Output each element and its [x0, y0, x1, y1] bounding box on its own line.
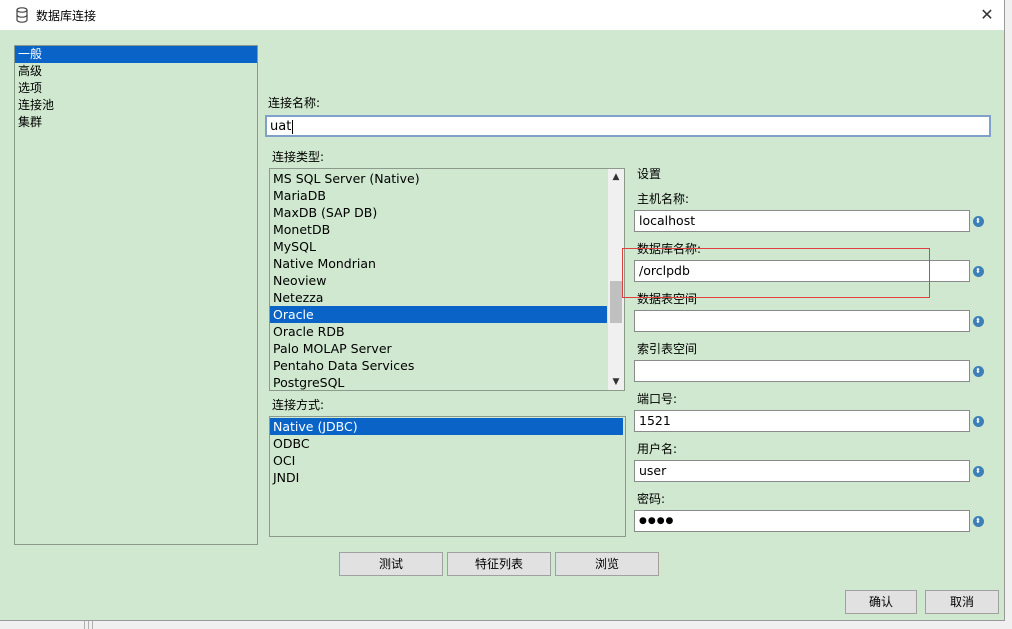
data-tablespace-input[interactable] — [634, 310, 970, 332]
background-line — [84, 620, 85, 629]
password-input[interactable]: ●●●● — [634, 510, 970, 532]
settings-category-tree[interactable]: 一般 高级 选项 连接池 集群 — [14, 45, 258, 545]
connection-name-value: uat — [270, 119, 292, 134]
window-title: 数据库连接 — [36, 9, 97, 23]
scroll-thumb[interactable] — [610, 281, 622, 323]
list-item[interactable]: JNDI — [270, 469, 623, 486]
variable-icon[interactable]: ⬍ — [970, 510, 986, 532]
connection-name-label: 连接名称: — [268, 96, 321, 110]
list-item[interactable]: OCI — [270, 452, 623, 469]
index-tablespace-label: 索引表空间 — [637, 342, 698, 356]
settings-title: 设置 — [637, 167, 662, 181]
list-item[interactable]: Netezza — [270, 289, 607, 306]
cancel-button[interactable]: 取消 — [925, 590, 999, 614]
password-label: 密码: — [637, 492, 666, 506]
list-item[interactable]: Native Mondrian — [270, 255, 607, 272]
list-item[interactable]: ODBC — [270, 435, 623, 452]
list-item[interactable]: Palo MOLAP Server — [270, 340, 607, 357]
scroll-up-icon[interactable]: ▲ — [608, 169, 624, 185]
nav-item-options[interactable]: 选项 — [15, 80, 257, 97]
host-input[interactable]: localhost — [634, 210, 970, 232]
connection-type-list[interactable]: MS SQL Server (Native) MariaDB MaxDB (SA… — [269, 168, 625, 391]
list-item[interactable]: Oracle RDB — [270, 323, 607, 340]
close-button[interactable]: ✕ — [970, 0, 1004, 30]
database-connection-dialog: 数据库连接 ✕ 一般 高级 选项 连接池 集群 连接名称: uat 连接类型: … — [0, 0, 1005, 621]
background-line — [88, 620, 89, 629]
connection-type-scrollbar[interactable]: ▲ ▼ — [608, 169, 624, 390]
title-bar: 数据库连接 ✕ — [0, 0, 1004, 30]
list-item[interactable]: PostgreSQL — [270, 374, 607, 390]
port-input[interactable]: 1521 — [634, 410, 970, 432]
test-button[interactable]: 测试 — [339, 552, 443, 576]
username-input[interactable]: user — [634, 460, 970, 482]
username-label: 用户名: — [637, 442, 678, 456]
list-item-selected[interactable]: Native (JDBC) — [270, 418, 623, 435]
feature-list-button[interactable]: 特征列表 — [447, 552, 551, 576]
list-item[interactable]: MaxDB (SAP DB) — [270, 204, 607, 221]
list-item[interactable]: MariaDB — [270, 187, 607, 204]
database-name-input[interactable]: /orclpdb — [634, 260, 970, 282]
list-item[interactable]: MS SQL Server (Native) — [270, 170, 607, 187]
data-tablespace-label: 数据表空间 — [637, 292, 698, 306]
text-caret — [292, 119, 294, 134]
database-name-label: 数据库名称: — [637, 242, 702, 256]
list-item[interactable]: Pentaho Data Services — [270, 357, 607, 374]
variable-icon[interactable]: ⬍ — [970, 410, 986, 432]
scroll-down-icon[interactable]: ▼ — [608, 374, 624, 390]
variable-icon[interactable]: ⬍ — [970, 360, 986, 382]
nav-item-general[interactable]: 一般 — [15, 46, 257, 63]
ok-button[interactable]: 确认 — [845, 590, 917, 614]
host-label: 主机名称: — [637, 192, 690, 206]
nav-item-pooling[interactable]: 连接池 — [15, 97, 257, 114]
list-item[interactable]: MySQL — [270, 238, 607, 255]
index-tablespace-input[interactable] — [634, 360, 970, 382]
database-icon — [16, 7, 28, 23]
access-method-label: 连接方式: — [272, 398, 325, 412]
list-item[interactable]: MonetDB — [270, 221, 607, 238]
variable-icon[interactable]: ⬍ — [970, 310, 986, 332]
list-item-selected[interactable]: Oracle — [270, 306, 607, 323]
port-label: 端口号: — [637, 392, 678, 406]
variable-icon[interactable]: ⬍ — [970, 210, 986, 232]
explore-button[interactable]: 浏览 — [555, 552, 659, 576]
connection-name-input[interactable]: uat — [265, 115, 991, 137]
list-item[interactable]: Neoview — [270, 272, 607, 289]
nav-item-advanced[interactable]: 高级 — [15, 63, 257, 80]
access-method-list[interactable]: Native (JDBC) ODBC OCI JNDI — [269, 416, 626, 537]
variable-icon[interactable]: ⬍ — [970, 460, 986, 482]
variable-icon[interactable]: ⬍ — [970, 260, 986, 282]
connection-type-label: 连接类型: — [272, 150, 325, 164]
background-line — [92, 620, 93, 629]
nav-item-clustering[interactable]: 集群 — [15, 114, 257, 131]
